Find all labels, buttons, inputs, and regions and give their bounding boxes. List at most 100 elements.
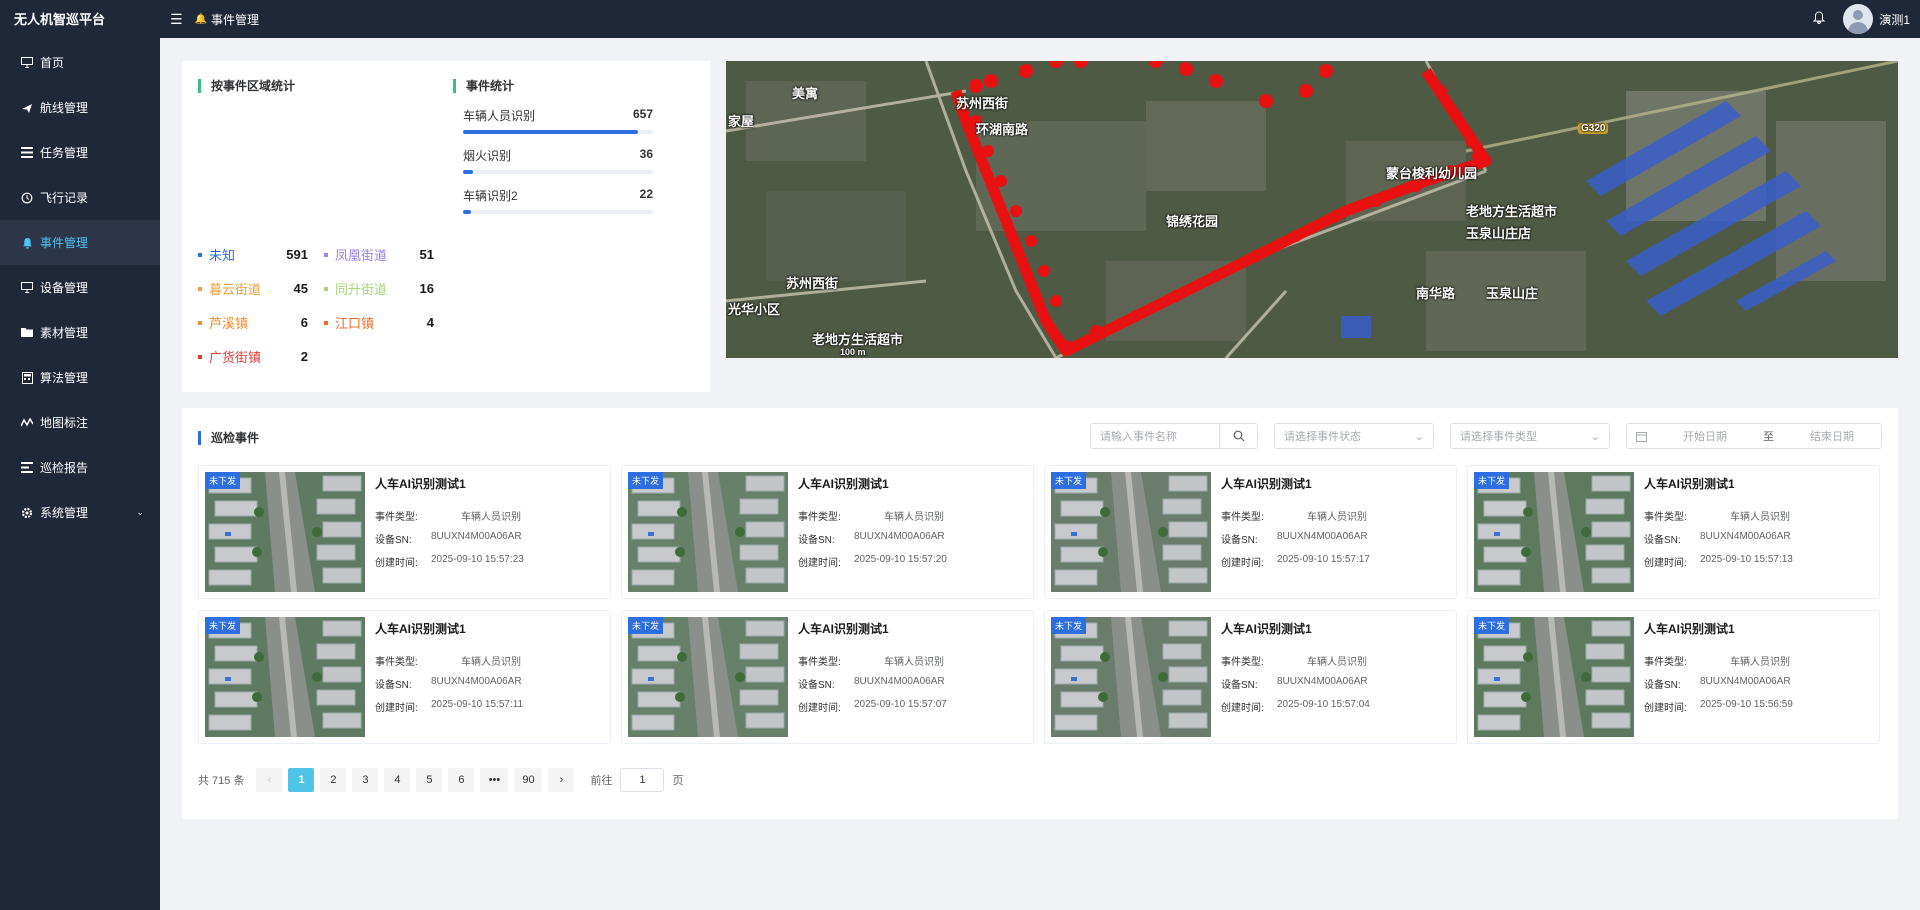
page-number-button[interactable]: 1	[288, 768, 315, 792]
event-stat-name: 烟火识别	[463, 149, 512, 163]
device-sn-value: 8UUXN4M00A06AR	[1700, 676, 1791, 687]
created-time-row: 创建时间: 2025-09-10 15:56:59	[1644, 699, 1793, 714]
event-stat-item: 车辆识别2 22	[463, 187, 653, 214]
event-card[interactable]: 未下发 人车AI识别测试1 事件类型: 车辆人员识别 设备SN: 8UUXN4M00A06…	[198, 465, 611, 599]
more-pages-button[interactable]: •••	[480, 768, 509, 792]
event-status-select[interactable]: 请选择事件状态 ⌄	[1274, 423, 1434, 449]
event-stat-bar	[463, 170, 653, 174]
sidebar-item-7[interactable]: 算法管理	[0, 355, 160, 400]
event-thumbnail[interactable]: 未下发	[205, 617, 365, 737]
sidebar-item-label: 地图标注	[40, 416, 89, 430]
event-card[interactable]: 未下发 人车AI识别测试1 事件类型: 车辆人员识别 设备SN: 8UUXN4M00A06…	[1467, 610, 1880, 744]
sidebar-item-1[interactable]: 航线管理	[0, 85, 160, 130]
event-card[interactable]: 未下发 人车AI识别测试1 事件类型: 车辆人员识别 设备SN: 8UUXN4M00A06…	[1044, 465, 1457, 599]
sidebar-item-10[interactable]: 系统管理 ⌄	[0, 490, 160, 535]
search-button[interactable]	[1220, 423, 1258, 449]
page-number-button[interactable]: 4	[384, 768, 411, 792]
created-time-label: 创建时间:	[375, 703, 418, 714]
avatar[interactable]	[1843, 4, 1874, 34]
event-title: 人车AI识别测试1	[1644, 622, 1735, 636]
pagination: 共 715 条 ‹ 1 2 3 4 5 6 ••• 90 › 前往 1 页	[198, 768, 683, 792]
event-thumbnail[interactable]: 未下发	[205, 472, 365, 592]
event-stat-bar-fill	[463, 170, 473, 174]
event-status-placeholder: 请选择事件状态	[1284, 431, 1361, 443]
search-icon	[1233, 430, 1244, 442]
event-name-search-input[interactable]: 请输入事件名称	[1090, 423, 1220, 449]
calculator-icon	[20, 371, 34, 385]
status-badge: 未下发	[1474, 617, 1510, 634]
map-label: 家屋	[728, 114, 755, 129]
event-thumbnail[interactable]: 未下发	[628, 617, 788, 737]
event-card[interactable]: 未下发 人车AI识别测试1 事件类型: 车辆人员识别 设备SN: 8UUXN4M00A06…	[1044, 610, 1457, 744]
sidebar-item-label: 巡检报告	[40, 461, 89, 475]
area-count: 45	[293, 281, 308, 296]
page-number-button[interactable]: 5	[416, 768, 443, 792]
username[interactable]: 演测1	[1879, 11, 1910, 28]
end-date-input[interactable]: 结束日期	[1792, 428, 1872, 444]
page-number-button[interactable]: 90	[514, 768, 543, 792]
goto-page-input[interactable]: 1	[620, 768, 665, 792]
bell-icon	[20, 236, 34, 250]
user-area: 演测1	[1813, 4, 1910, 34]
filter-bar: 请输入事件名称 请选择事件状态 ⌄ 请选择事件类型 ⌄ 开始日期 至 结束日期	[1090, 423, 1882, 449]
event-thumbnail[interactable]: 未下发	[1051, 617, 1211, 737]
menu-toggle-icon[interactable]: ☰	[170, 11, 183, 28]
event-thumbnail[interactable]: 未下发	[628, 472, 788, 592]
event-thumbnail[interactable]: 未下发	[1051, 472, 1211, 592]
area-stat-item: 同升街道 16	[324, 279, 434, 298]
start-date-input[interactable]: 开始日期	[1665, 428, 1745, 444]
sidebar-item-5[interactable]: 设备管理	[0, 265, 160, 310]
event-stat-bar-fill	[463, 130, 638, 134]
monitor-icon	[20, 56, 34, 70]
event-card[interactable]: 未下发 人车AI识别测试1 事件类型: 车辆人员识别 设备SN: 8UUXN4M00A06…	[198, 610, 611, 744]
notification-bell-icon[interactable]	[1813, 11, 1826, 27]
map-label: 光华小区	[728, 302, 781, 317]
event-thumbnail[interactable]: 未下发	[1474, 472, 1634, 592]
event-card[interactable]: 未下发 人车AI识别测试1 事件类型: 车辆人员识别 设备SN: 8UUXN4M00A06…	[621, 465, 1034, 599]
prev-page-button[interactable]: ‹	[256, 768, 283, 792]
breadcrumb: 🔔 事件管理	[195, 11, 259, 28]
area-count: 51	[419, 247, 434, 262]
device-sn-row: 设备SN: 8UUXN4M00A06AR	[1644, 676, 1791, 691]
event-card[interactable]: 未下发 人车AI识别测试1 事件类型: 车辆人员识别 设备SN: 8UUXN4M00A06…	[621, 610, 1034, 744]
sidebar: 无人机智巡平台 首页航线管理 任务管理 飞行记录 事件管理 设备管理 素材管理算法管理地图…	[0, 0, 160, 910]
date-range-picker[interactable]: 开始日期 至 结束日期	[1626, 423, 1882, 449]
bell-icon: 🔔	[194, 13, 208, 25]
legend-dot	[198, 286, 202, 291]
app-title: 无人机智巡平台	[14, 12, 106, 27]
status-badge: 未下发	[628, 472, 664, 489]
chevron-down-icon: ⌄	[1590, 430, 1600, 443]
next-page-button[interactable]: ›	[548, 768, 575, 792]
event-type-label: 事件类型:	[1221, 512, 1264, 523]
sidebar-item-label: 算法管理	[40, 371, 89, 385]
sidebar-item-8[interactable]: 地图标注	[0, 400, 160, 445]
event-type-value: 车辆人员识别	[1730, 657, 1790, 668]
sidebar-item-6[interactable]: 素材管理	[0, 310, 160, 355]
total-count: 共 715 条	[198, 775, 245, 787]
patrol-events-title: 巡检事件	[198, 431, 259, 445]
chevron-down-icon: ⌄	[1414, 430, 1424, 443]
event-type-value: 车辆人员识别	[1730, 512, 1790, 523]
event-title: 人车AI识别测试1	[375, 622, 466, 636]
event-type-placeholder: 请选择事件类型	[1460, 431, 1537, 443]
device-sn-label: 设备SN:	[798, 535, 835, 546]
sidebar-item-label: 首页	[40, 56, 65, 70]
event-card[interactable]: 未下发 人车AI识别测试1 事件类型: 车辆人员识别 设备SN: 8UUXN4M00A06…	[1467, 465, 1880, 599]
sidebar-item-4[interactable]: 事件管理	[0, 220, 160, 265]
map-label: 老地方生活超市	[812, 332, 904, 347]
page-number-button[interactable]: 3	[352, 768, 379, 792]
created-time-value: 2025-09-10 15:57:20	[854, 554, 947, 565]
event-thumbnail[interactable]: 未下发	[1474, 617, 1634, 737]
event-map[interactable]: 美寓 苏州西街 环湖南路 蒙台梭利幼儿园 老地方生活超市 玉泉山庄店 锦绣花园 苏州西街 光华小…	[726, 61, 1898, 358]
sidebar-item-3[interactable]: 飞行记录	[0, 175, 160, 220]
event-type-row: 事件类型: 车辆人员识别	[1644, 508, 1790, 523]
event-type-select[interactable]: 请选择事件类型 ⌄	[1450, 423, 1610, 449]
map-label: 100 m	[840, 347, 866, 357]
area-count: 4	[426, 315, 434, 330]
page-number-button[interactable]: 6	[448, 768, 475, 792]
sidebar-item-2[interactable]: 任务管理	[0, 130, 160, 175]
sidebar-item-9[interactable]: 巡检报告	[0, 445, 160, 490]
area-stat-item: 广货街镇 2	[198, 347, 308, 366]
sidebar-item-0[interactable]: 首页	[0, 40, 160, 85]
page-number-button[interactable]: 2	[320, 768, 347, 792]
